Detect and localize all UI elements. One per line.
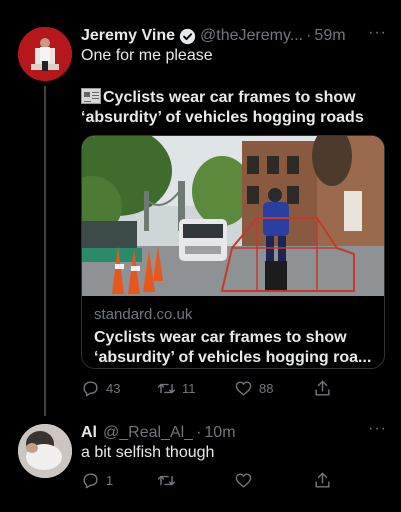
reply-button[interactable]: 43	[81, 377, 120, 399]
tweet-header: Jeremy Vine @theJeremy... · 59m	[81, 25, 385, 47]
tweet-actions: 1	[81, 469, 381, 491]
heart-icon	[235, 472, 252, 488]
retweet-button[interactable]	[157, 469, 182, 491]
card-image[interactable]	[82, 136, 384, 296]
card-domain: standard.co.uk	[94, 306, 193, 323]
share-icon	[315, 380, 330, 396]
verified-badge-icon	[179, 28, 196, 45]
card-title: Cyclists wear car frames to show ‘absurd…	[94, 329, 372, 366]
display-name[interactable]: Jeremy Vine	[81, 27, 175, 45]
more-options-icon[interactable]: ···	[368, 25, 387, 41]
reply-icon	[83, 380, 98, 396]
user-handle[interactable]: @theJeremy...	[200, 27, 303, 45]
like-count: 88	[259, 380, 274, 396]
reply-count: 1	[106, 472, 114, 488]
newspaper-emoji-icon	[81, 88, 101, 104]
retweet-button[interactable]: 11	[157, 377, 196, 399]
like-button[interactable]	[234, 469, 259, 491]
tweet-headline: Cyclists wear car frames to show ‘absurd…	[81, 88, 381, 128]
tweet-text: One for me please	[81, 47, 213, 64]
retweet-icon	[157, 475, 176, 485]
headline-text: Cyclists wear car frames to show ‘absurd…	[81, 89, 364, 126]
reply-button[interactable]: 1	[81, 469, 113, 491]
separator-dot: ·	[196, 424, 202, 441]
tweet-header: Al @_Real_Al_ · 10m	[81, 422, 385, 444]
user-handle[interactable]: @_Real_Al_	[103, 424, 193, 442]
timestamp[interactable]: 10m	[204, 424, 235, 442]
display-name[interactable]: Al	[81, 424, 97, 442]
avatar-image	[18, 424, 72, 478]
more-options-icon[interactable]: ···	[368, 421, 387, 437]
share-icon	[315, 472, 330, 488]
tweet-text: a bit selfish though	[81, 444, 215, 461]
tweet-actions: 43 11 88	[81, 377, 381, 399]
separator-dot: ·	[306, 27, 312, 44]
tweet-al-reply[interactable]: Al @_Real_Al_ · 10m ··· a bit selfish th…	[0, 412, 401, 512]
link-preview-card[interactable]: standard.co.uk Cyclists wear car frames …	[81, 135, 385, 369]
tweet-jeremy-vine[interactable]: Jeremy Vine @theJeremy... · 59m ··· One …	[0, 0, 401, 412]
retweet-count: 11	[182, 380, 196, 396]
reply-count: 43	[106, 380, 121, 396]
heart-icon	[235, 380, 252, 396]
reply-icon	[83, 472, 98, 488]
avatar[interactable]	[18, 424, 72, 478]
share-button[interactable]	[313, 469, 338, 491]
timestamp[interactable]: 59m	[314, 27, 345, 45]
share-button[interactable]	[313, 377, 338, 399]
card-meta: standard.co.uk Cyclists wear car frames …	[94, 306, 374, 368]
retweet-icon	[157, 383, 176, 393]
avatar[interactable]	[18, 27, 72, 81]
like-button[interactable]: 88	[234, 377, 273, 399]
avatar-image	[18, 27, 72, 81]
